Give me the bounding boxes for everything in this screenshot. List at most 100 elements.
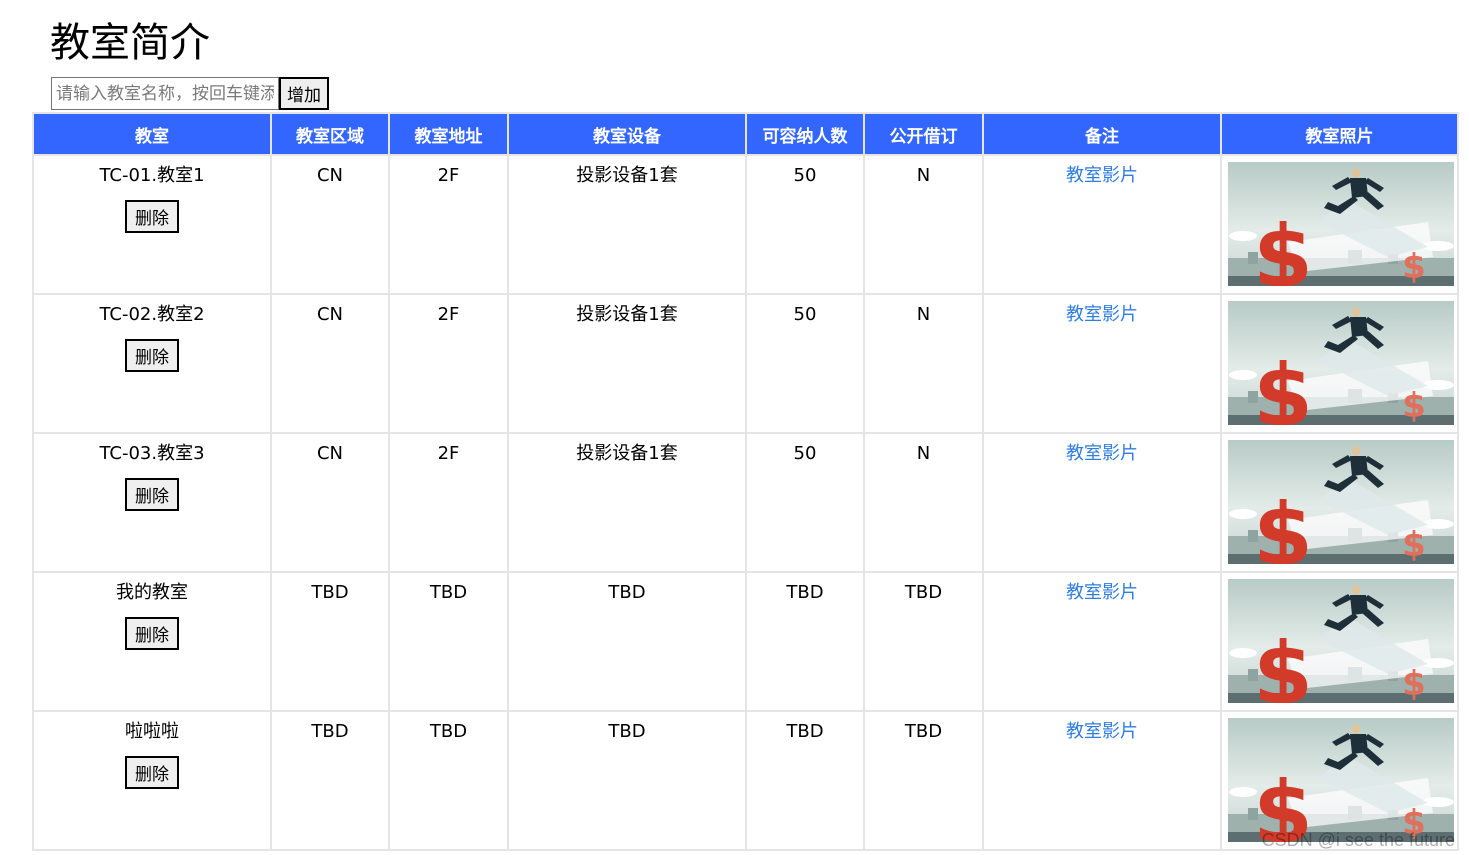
classroom-photo: $ $ <box>1228 162 1454 286</box>
svg-text:$: $ <box>1253 624 1313 703</box>
cell-classroom: 啦啦啦 删除 <box>32 710 272 851</box>
column-header-region: 教室区域 <box>270 112 390 156</box>
cell-capacity: 50 <box>745 432 865 573</box>
cell-public-booking: TBD <box>863 571 984 712</box>
column-header-capacity: 可容纳人数 <box>745 112 865 156</box>
cell-classroom: TC-02.教室2 删除 <box>32 293 272 434</box>
cell-photo: $ $ <box>1220 154 1459 295</box>
cell-address-value: TBD <box>429 582 468 603</box>
classroom-video-link[interactable]: 教室影片 <box>984 721 1220 743</box>
cell-public-booking: TBD <box>863 710 984 851</box>
cell-equipment: 投影设备1套 <box>507 432 747 573</box>
table-row: 我的教室删除 TBD TBD TBD TBD TBD 教室影片 $ $ <box>32 571 1459 712</box>
cell-equipment-value: 投影设备1套 <box>576 304 678 325</box>
cell-public-booking: N <box>863 432 984 573</box>
add-button[interactable]: 增加 <box>279 77 329 110</box>
svg-text:$: $ <box>1402 247 1426 286</box>
cell-capacity-value: TBD <box>786 721 824 742</box>
cell-equipment: 投影设备1套 <box>507 293 747 434</box>
classroom-video-link[interactable]: 教室影片 <box>984 304 1220 326</box>
cell-capacity-value: 50 <box>793 165 817 186</box>
cell-address: TBD <box>388 571 509 712</box>
cell-note: 教室影片 <box>982 710 1222 851</box>
cell-equipment-value: 投影设备1套 <box>576 165 678 186</box>
cell-region-value: CN <box>316 443 344 464</box>
cell-public-booking-value: N <box>916 304 931 325</box>
cell-equipment-value: 投影设备1套 <box>576 443 678 464</box>
cell-capacity: TBD <box>745 571 865 712</box>
cell-region: CN <box>270 154 390 295</box>
classroom-name: TC-02.教室2 <box>99 304 205 325</box>
table-body: TC-01.教室1 删除 CN 2F 投影设备1套 50 N 教室影片 $ $ <box>32 154 1459 851</box>
cell-photo: $ $ <box>1220 293 1459 434</box>
classroom-table: 教室 教室区域 教室地址 教室设备 可容纳人数 公开借订 备注 教室照片 TC-… <box>32 112 1459 851</box>
delete-button[interactable]: 删除 <box>125 617 179 650</box>
classroom-photo: $ $ <box>1228 579 1454 703</box>
cell-note: 教室影片 <box>982 432 1222 573</box>
cell-public-booking-value: N <box>916 443 931 464</box>
delete-button[interactable]: 删除 <box>125 200 179 233</box>
cell-address-value: TBD <box>429 721 468 742</box>
cell-address-value: 2F <box>437 165 460 186</box>
cell-public-booking-value: TBD <box>904 582 943 603</box>
column-header-equipment: 教室设备 <box>507 112 747 156</box>
table-row: TC-01.教室1 删除 CN 2F 投影设备1套 50 N 教室影片 $ $ <box>32 154 1459 295</box>
delete-button[interactable]: 删除 <box>125 478 179 511</box>
svg-text:$: $ <box>1253 207 1313 286</box>
cell-region: TBD <box>270 710 390 851</box>
cell-region: CN <box>270 432 390 573</box>
table-row: 啦啦啦删除 TBD TBD TBD TBD TBD 教室影片 $ $ <box>32 710 1459 851</box>
cell-address-value: 2F <box>437 304 460 325</box>
page-title: 教室简介 <box>50 20 210 66</box>
toolbar: 增加 <box>51 77 329 110</box>
cell-address: 2F <box>388 154 509 295</box>
cell-capacity: 50 <box>745 154 865 295</box>
table-row: TC-02.教室2 删除 CN 2F 投影设备1套 50 N 教室影片 $ $ <box>32 293 1459 434</box>
cell-classroom: TC-01.教室1 删除 <box>32 154 272 295</box>
cell-note: 教室影片 <box>982 154 1222 295</box>
table-header-row: 教室 教室区域 教室地址 教室设备 可容纳人数 公开借订 备注 教室照片 <box>32 112 1459 156</box>
cell-capacity-value: TBD <box>786 582 824 603</box>
cell-photo: $ $ <box>1220 432 1459 573</box>
cell-equipment-value: TBD <box>608 582 646 603</box>
cell-address: 2F <box>388 293 509 434</box>
classroom-photo: $ $ <box>1228 440 1454 564</box>
classroom-video-link[interactable]: 教室影片 <box>984 582 1220 604</box>
svg-text:$: $ <box>1253 485 1313 564</box>
classroom-photo: $ $ <box>1228 718 1454 842</box>
svg-text:$: $ <box>1402 386 1426 425</box>
column-header-classroom: 教室 <box>32 112 272 156</box>
classroom-photo: $ $ <box>1228 301 1454 425</box>
classroom-video-link[interactable]: 教室影片 <box>984 165 1220 187</box>
svg-text:$: $ <box>1402 525 1426 564</box>
classroom-name: 啦啦啦 <box>125 721 179 742</box>
cell-region: CN <box>270 293 390 434</box>
cell-public-booking: N <box>863 293 984 434</box>
delete-button[interactable]: 删除 <box>125 756 179 789</box>
cell-classroom: 我的教室 删除 <box>32 571 272 712</box>
cell-equipment: 投影设备1套 <box>507 154 747 295</box>
cell-capacity: 50 <box>745 293 865 434</box>
classroom-name: TC-03.教室3 <box>99 443 205 464</box>
svg-text:$: $ <box>1402 664 1426 703</box>
cell-region-value: TBD <box>311 582 349 603</box>
cell-note: 教室影片 <box>982 293 1222 434</box>
cell-equipment: TBD <box>507 710 747 851</box>
watermark: CSDN @i see the future <box>1261 830 1455 850</box>
classroom-video-link[interactable]: 教室影片 <box>984 443 1220 465</box>
column-header-public-booking: 公开借订 <box>863 112 984 156</box>
cell-note: 教室影片 <box>982 571 1222 712</box>
column-header-note: 备注 <box>982 112 1222 156</box>
classroom-name: 我的教室 <box>116 582 188 603</box>
cell-public-booking-value: N <box>916 165 931 186</box>
cell-region-value: CN <box>316 304 344 325</box>
cell-public-booking: N <box>863 154 984 295</box>
classroom-name-input[interactable] <box>51 77 279 110</box>
cell-region-value: TBD <box>311 721 349 742</box>
cell-classroom: TC-03.教室3 删除 <box>32 432 272 573</box>
table-row: TC-03.教室3 删除 CN 2F 投影设备1套 50 N 教室影片 $ $ <box>32 432 1459 573</box>
cell-region: TBD <box>270 571 390 712</box>
cell-capacity-value: 50 <box>793 443 817 464</box>
delete-button[interactable]: 删除 <box>125 339 179 372</box>
cell-public-booking-value: TBD <box>904 721 943 742</box>
